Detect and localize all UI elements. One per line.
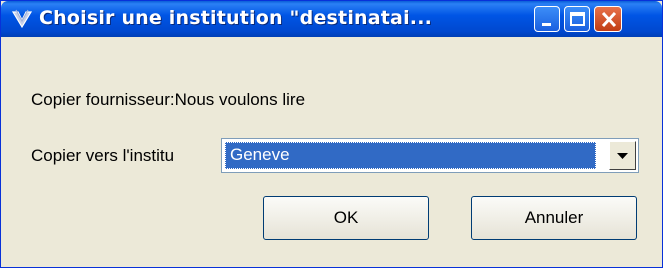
cancel-button[interactable]: Annuler	[471, 196, 637, 240]
window-title: Choisir une institution "destinatai...	[39, 7, 433, 29]
minimize-button[interactable]	[534, 6, 560, 32]
dropdown-button[interactable]	[609, 141, 636, 170]
source-label: Copier fournisseur:Nous voulons lire	[31, 90, 306, 109]
institution-select-value[interactable]: Geneve	[225, 142, 596, 169]
chevron-down-icon	[617, 153, 628, 159]
close-button[interactable]	[594, 6, 622, 32]
target-label: Copier vers l'institu	[31, 146, 175, 165]
dialog-window: Choisir une institution "destinatai... C…	[0, 0, 663, 268]
title-bar[interactable]: Choisir une institution "destinatai...	[1, 1, 662, 37]
institution-select[interactable]: Geneve	[221, 138, 639, 173]
close-icon	[601, 11, 617, 28]
minimize-icon	[542, 23, 551, 26]
ok-button[interactable]: OK	[263, 196, 429, 240]
maximize-button[interactable]	[564, 6, 590, 32]
app-icon	[11, 9, 33, 29]
maximize-icon	[570, 12, 585, 26]
